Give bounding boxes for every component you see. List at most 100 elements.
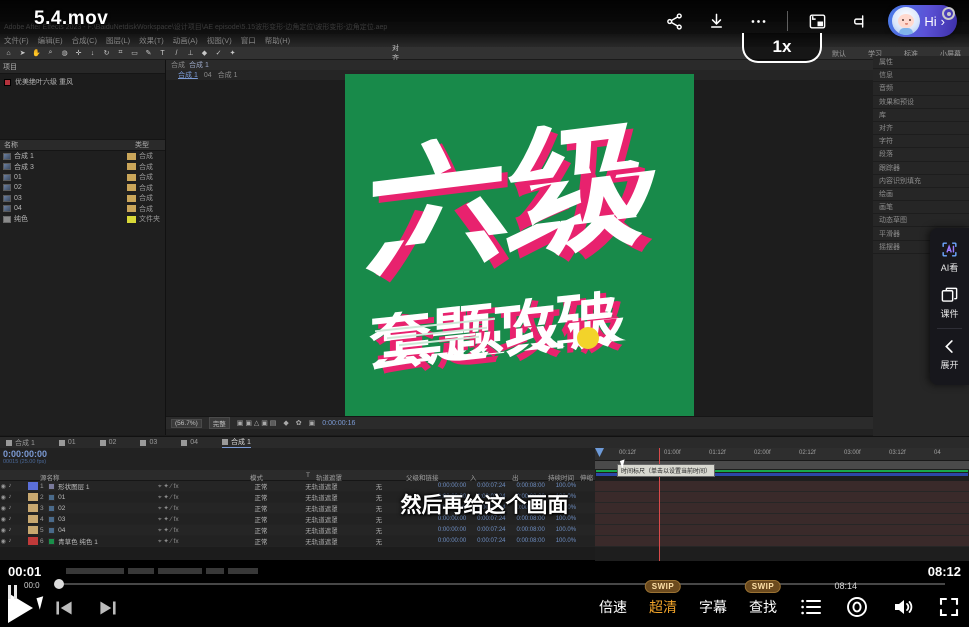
right-panel-tab[interactable]: 音频: [873, 82, 969, 95]
timeline-lane[interactable]: [595, 525, 969, 536]
breadcrumb-item-0[interactable]: 合成 1: [178, 70, 198, 80]
layer-out-point[interactable]: 0:00:07:24: [477, 527, 516, 533]
right-panel-tab[interactable]: 库: [873, 109, 969, 122]
timeline-tab[interactable]: 合成 1: [222, 437, 251, 448]
layer-audio-toggle[interactable]: ♪: [7, 538, 14, 544]
quality-button[interactable]: SWIP 超清: [649, 597, 677, 617]
layer-stretch[interactable]: 100.0%: [556, 527, 595, 533]
layer-blend-mode[interactable]: 正常: [255, 536, 306, 546]
share-icon[interactable]: [661, 8, 687, 34]
playback-controls[interactable]: [8, 593, 121, 623]
viewer-stage[interactable]: 六级六级六级六级套题攻破套题攻破套题攻破套题攻破: [166, 80, 873, 416]
selection-tool-icon[interactable]: ➤: [18, 49, 27, 58]
menu-item-composition[interactable]: 合成(C): [72, 35, 97, 46]
rail-item-ai-view[interactable]: AI看: [930, 234, 969, 280]
right-panel-tab[interactable]: 画笔: [873, 201, 969, 214]
menu-item-effect[interactable]: 效果(T): [139, 35, 164, 46]
right-panel-tab[interactable]: 信息: [873, 69, 969, 82]
menu-item-layer[interactable]: 图层(L): [106, 35, 130, 46]
right-panel-tab[interactable]: 内容识别填充: [873, 175, 969, 188]
picture-in-picture-icon[interactable]: [804, 8, 830, 34]
pen-tool-icon[interactable]: ✎: [144, 49, 153, 58]
rail-item-courseware[interactable]: 课件: [930, 280, 969, 326]
brush-tool-icon[interactable]: /: [172, 49, 181, 58]
layer-in-point[interactable]: 0:00:00:00: [438, 527, 477, 533]
table-row[interactable]: ◉♪6青草色 纯色 1⌖ ✦ ⁄ fx正常无轨道遮罩无0:00:00:000:0…: [0, 536, 595, 547]
right-panel-tab[interactable]: 属性: [873, 56, 969, 69]
viewer-toggle-icons[interactable]: ▣ ▣ △ ▣ ▤: [237, 419, 277, 427]
player-right-controls[interactable]: 倍速 SWIP 超清 字幕 SWIP 查找: [599, 595, 961, 619]
column-name[interactable]: 名称: [0, 140, 135, 150]
fullscreen-icon[interactable]: [937, 595, 961, 619]
rotation-tool-icon[interactable]: ↻: [102, 49, 111, 58]
snapshot-icon[interactable]: ▣: [309, 419, 316, 427]
cast-icon[interactable]: [846, 8, 872, 34]
project-column-headers[interactable]: 名称 类型: [0, 140, 165, 151]
project-item[interactable]: 合成 3合成: [0, 162, 165, 173]
right-panel-tab[interactable]: 动态草图: [873, 214, 969, 227]
timeline-tab[interactable]: 04: [181, 439, 198, 446]
layer-duration[interactable]: 0:00:08:00: [516, 527, 555, 533]
search-button[interactable]: SWIP 查找: [749, 597, 777, 617]
layer-parent[interactable]: 无: [376, 525, 438, 535]
progress-bar[interactable]: [55, 583, 945, 585]
project-item[interactable]: 01合成: [0, 172, 165, 183]
right-panel-tab[interactable]: 段落: [873, 148, 969, 161]
project-item[interactable]: 04合成: [0, 204, 165, 215]
rail-item-expand[interactable]: 展开: [930, 331, 969, 377]
player-top-icons[interactable]: Hi ›: [661, 5, 957, 37]
pause-icon[interactable]: [8, 585, 17, 599]
breadcrumb-item-1[interactable]: 04: [204, 72, 212, 79]
layer-duration[interactable]: 0:00:08:00: [516, 538, 555, 544]
orbit-tool-icon[interactable]: ◍: [60, 49, 69, 58]
col-t[interactable]: T: [306, 472, 310, 479]
timeline-ruler[interactable]: 00:12f01:00f01:12f02:00f02:12f03:00f03:1…: [595, 448, 969, 461]
layer-switches[interactable]: ⌖ ✦ ⁄ fx: [158, 526, 255, 535]
project-item[interactable]: 02合成: [0, 183, 165, 194]
previous-button[interactable]: [51, 595, 77, 621]
layer-track-matte[interactable]: 无轨道遮罩: [305, 536, 375, 546]
puppet-pin-icon[interactable]: ✦: [228, 49, 237, 58]
eraser-icon[interactable]: ◆: [200, 49, 209, 58]
player-bottom-bar[interactable]: 00:01 08:12 00:0 08:14 倍速: [0, 560, 969, 627]
right-panel-tab[interactable]: 绘画: [873, 188, 969, 201]
ae-tool-bar[interactable]: ⌂ ➤ ✋ ⌕ ◍ ✛ ↓ ↻ ⌗ ▭ ✎ T / ⊥ ◆ ✓ ✦ 对齐: [0, 47, 969, 60]
timeline-lane[interactable]: [595, 536, 969, 547]
progress-knob[interactable]: [54, 579, 64, 589]
workspace-default[interactable]: 默认: [832, 49, 846, 59]
column-type[interactable]: 类型: [135, 140, 165, 150]
playback-speed-badge[interactable]: 1x: [742, 33, 822, 63]
viewer-settings-icon[interactable]: ✿: [296, 419, 302, 427]
layer-track-matte[interactable]: 无轨道遮罩: [305, 525, 375, 535]
right-panel-tab[interactable]: 字符: [873, 135, 969, 148]
right-panel-tab[interactable]: 对齐: [873, 122, 969, 135]
pan-tool-icon[interactable]: ✛: [74, 49, 83, 58]
more-icon[interactable]: [745, 8, 771, 34]
zoom-tool-icon[interactable]: ⌕: [46, 49, 55, 58]
table-row[interactable]: ◉♪504⌖ ✦ ⁄ fx正常无轨道遮罩无0:00:00:000:00:07:2…: [0, 525, 595, 536]
layer-stretch[interactable]: 100.0%: [556, 538, 595, 544]
color-management-icon[interactable]: ◆: [283, 419, 288, 427]
viewer-timecode[interactable]: 0:00:00:16: [322, 420, 355, 427]
menu-item-view[interactable]: 视图(V): [207, 35, 232, 46]
layer-in-point[interactable]: 0:00:00:00: [438, 538, 477, 544]
anchor-point-tool-icon[interactable]: ⌗: [116, 49, 125, 58]
layer-name[interactable]: 04: [58, 527, 158, 534]
menu-item-window[interactable]: 窗口: [241, 35, 256, 46]
composition-viewer[interactable]: 合成 合成 1 合成 1 04 合成 1 六级六级六级六级套题攻破套题攻破套题攻…: [166, 60, 873, 435]
clone-stamp-icon[interactable]: ⊥: [186, 49, 195, 58]
project-item[interactable]: 合成 1合成: [0, 151, 165, 162]
snap-label[interactable]: 对齐: [392, 49, 401, 58]
layer-name[interactable]: 青草色 纯色 1: [58, 536, 158, 546]
dolly-tool-icon[interactable]: ↓: [88, 49, 97, 58]
floating-right-rail[interactable]: AI看 课件 展开: [930, 228, 969, 385]
timeline-column-headers[interactable]: 源名称 模式 T 轨道遮罩 父级和链接 入 出 持续时间 伸缩: [0, 470, 595, 481]
layer-switches[interactable]: ⌖ ✦ ⁄ fx: [158, 537, 255, 546]
layer-parent[interactable]: 无: [376, 536, 438, 546]
menu-item-file[interactable]: 文件(F): [4, 35, 29, 46]
project-panel-header[interactable]: 项目: [0, 60, 165, 74]
menu-item-edit[interactable]: 编辑(E): [38, 35, 63, 46]
timeline-tab[interactable]: 合成 1: [6, 438, 35, 448]
composition-canvas[interactable]: 六级六级六级六级套题攻破套题攻破套题攻破套题攻破: [345, 74, 694, 422]
roto-brush-icon[interactable]: ✓: [214, 49, 223, 58]
